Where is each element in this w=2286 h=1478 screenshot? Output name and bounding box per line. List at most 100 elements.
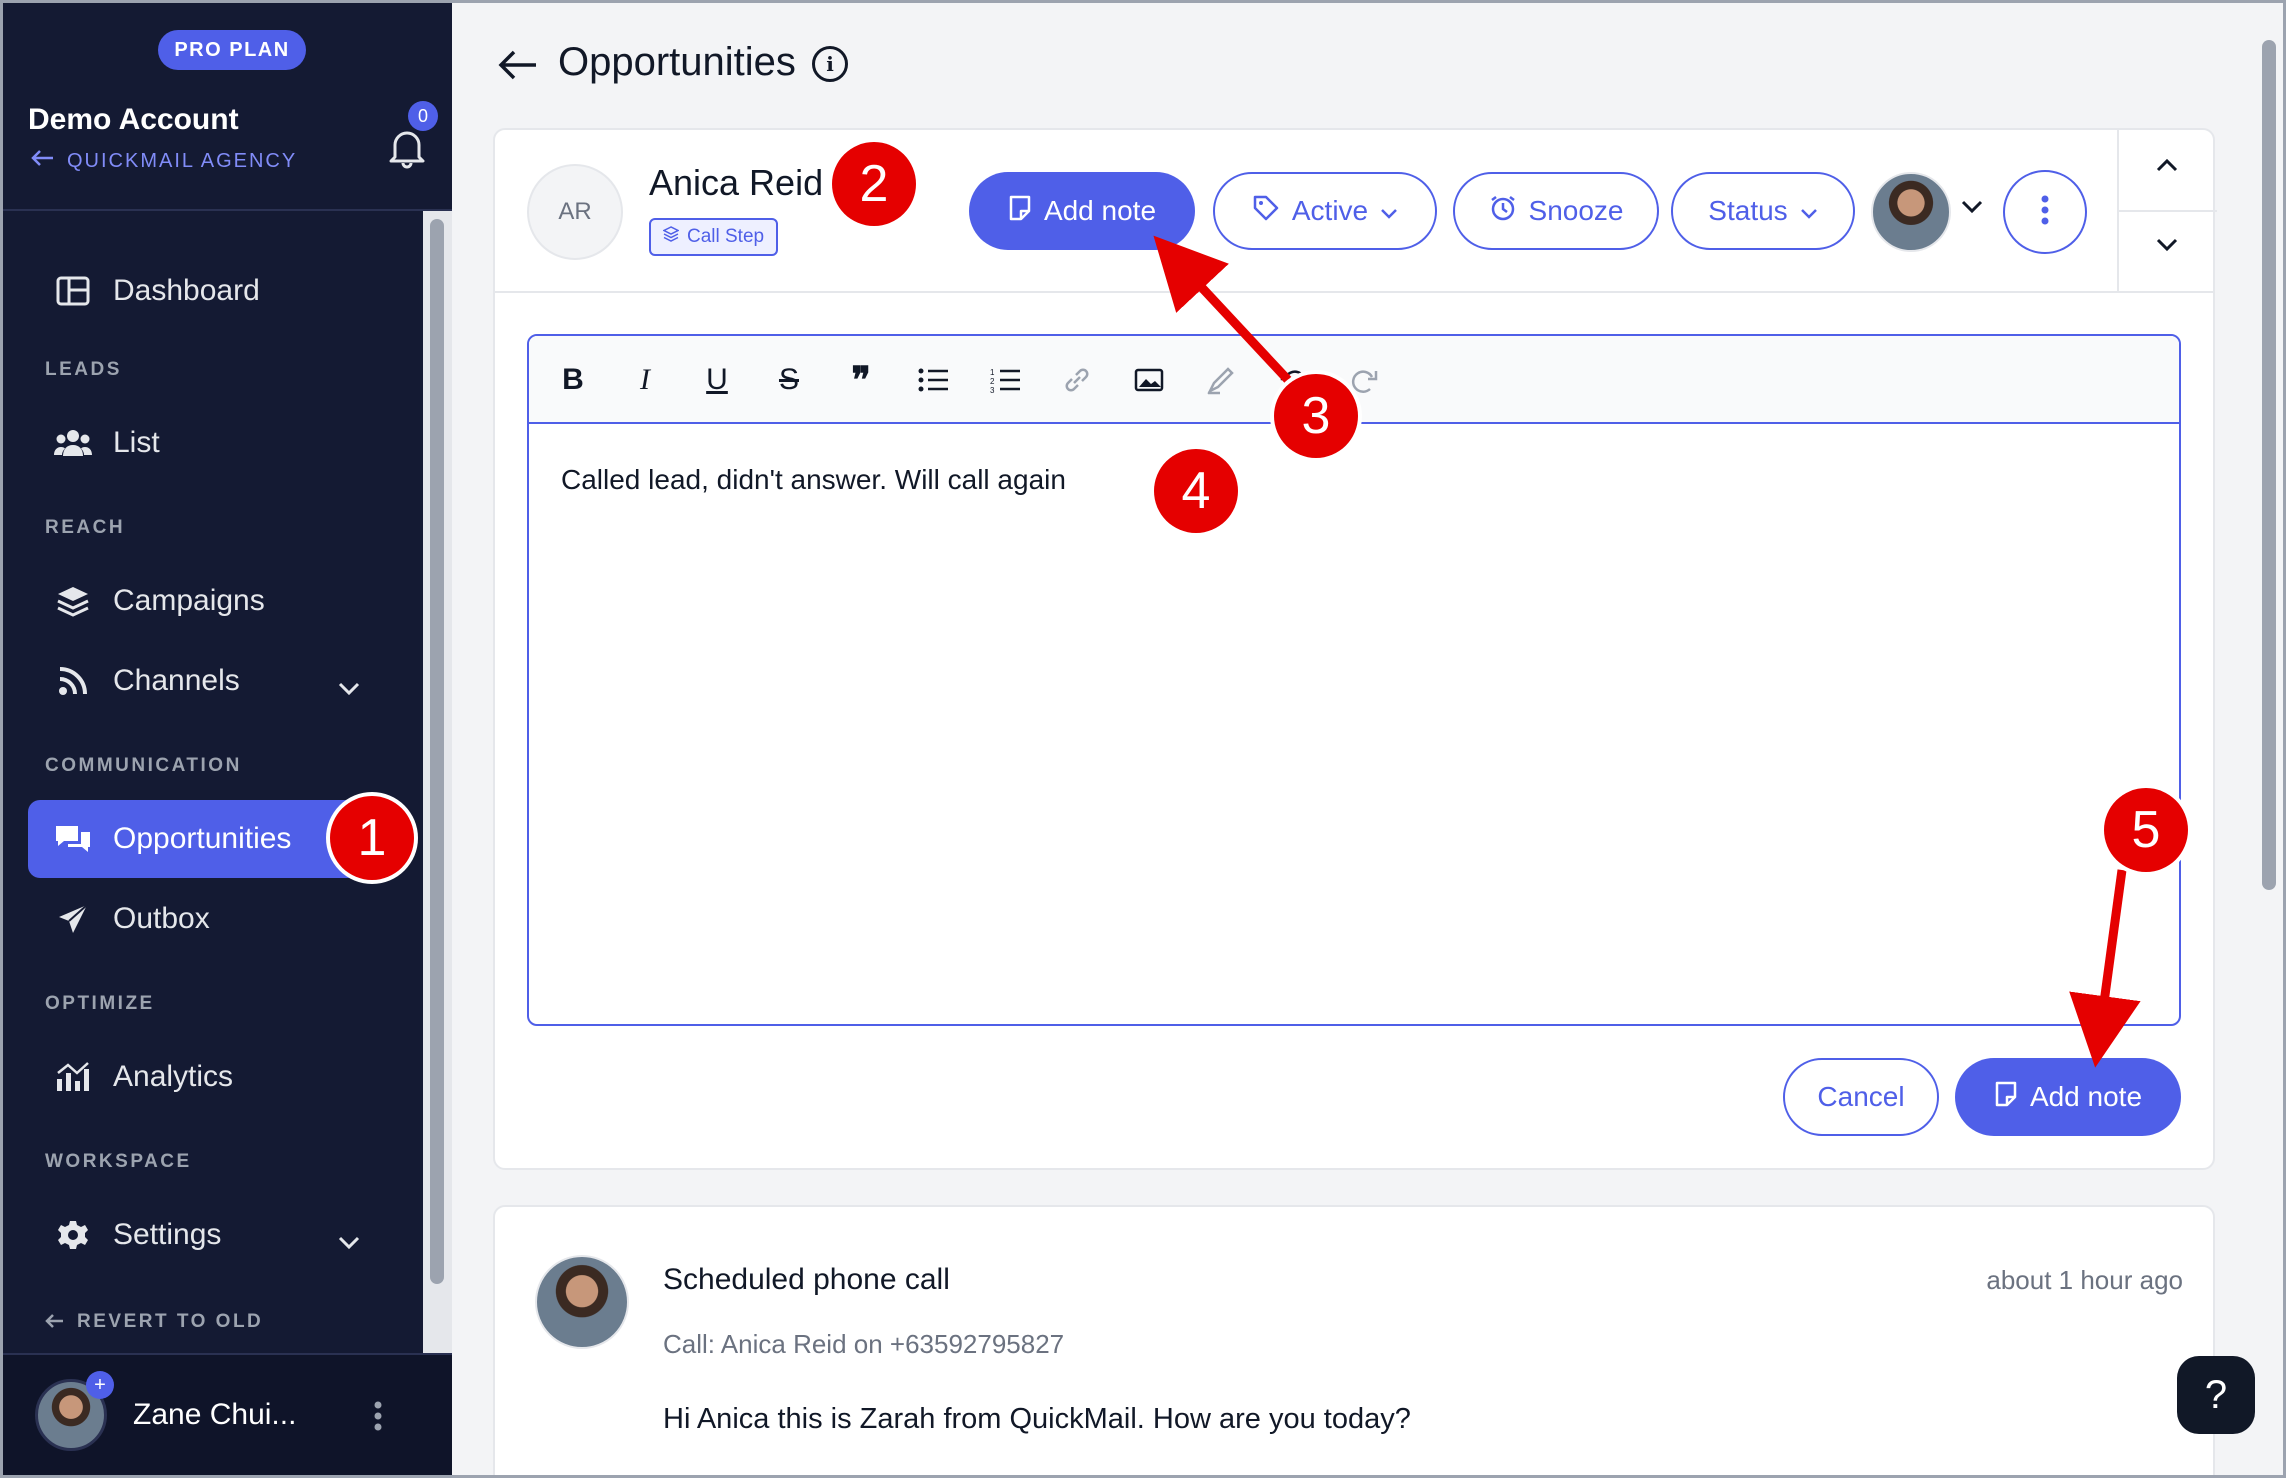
layers-icon [662, 226, 680, 248]
alarm-clock-icon [1489, 194, 1517, 229]
sidebar-item-label: Campaigns [113, 584, 265, 617]
chevron-up-icon[interactable] [2156, 158, 2178, 177]
chevron-down-icon[interactable] [2156, 238, 2178, 257]
cancel-label: Cancel [1817, 1081, 1905, 1112]
user-name[interactable]: Zane Chui... [133, 1398, 296, 1432]
main-scrollbar-thumb[interactable] [2262, 40, 2276, 890]
sidebar-item-list[interactable]: List [28, 404, 400, 482]
tag-icon [1252, 194, 1280, 229]
link-icon[interactable] [1055, 358, 1099, 402]
sidebar-item-label: Opportunities [113, 822, 292, 855]
sidebar: PRO PLAN Demo Account QUICKMAIL AGENCY 0… [3, 3, 452, 1475]
paper-plane-icon [53, 899, 93, 939]
owner-avatar[interactable] [1871, 172, 1951, 252]
section-leads: LEADS [45, 359, 122, 380]
note-editor[interactable]: B I U S ❞ 123 Called lead, didn't answer… [527, 334, 2181, 1026]
add-note-button[interactable]: Add note [969, 172, 1195, 250]
section-optimize: OPTIMIZE [45, 993, 155, 1014]
cancel-button[interactable]: Cancel [1783, 1058, 1939, 1136]
revert-interface-link[interactable]: REVERT TO OLD INTERFACE [45, 1309, 277, 1335]
add-account-badge[interactable]: + [86, 1371, 114, 1399]
help-button[interactable]: ? [2177, 1356, 2255, 1434]
chevron-down-icon[interactable] [1961, 200, 1983, 219]
revert-label: REVERT TO OLD INTERFACE [77, 1311, 264, 1332]
activity-subtitle: Call: Anica Reid on +63592795827 [663, 1329, 1065, 1359]
quote-icon[interactable]: ❞ [839, 358, 883, 402]
svg-text:3: 3 [990, 386, 995, 393]
section-reach: REACH [45, 517, 126, 538]
annotation-marker-1: 1 [330, 796, 414, 880]
sidebar-item-label: Settings [113, 1218, 222, 1251]
annotation-marker-2: 2 [832, 142, 916, 226]
numbered-list-icon[interactable]: 123 [983, 358, 1027, 402]
sidebar-item-label: List [113, 426, 160, 459]
activity-time: about 1 hour ago [1986, 1265, 2183, 1295]
bold-icon[interactable]: B [551, 358, 595, 402]
agency-switcher[interactable]: QUICKMAIL AGENCY [31, 149, 297, 173]
annotation-marker-3: 3 [1274, 374, 1358, 458]
account-name[interactable]: Demo Account [28, 103, 239, 137]
sidebar-item-channels[interactable]: Channels [28, 642, 400, 720]
sidebar-item-campaigns[interactable]: Campaigns [28, 562, 400, 640]
active-dropdown[interactable]: Active [1213, 172, 1437, 250]
agency-name: QUICKMAIL AGENCY [67, 149, 298, 172]
italic-icon[interactable]: I [623, 358, 667, 402]
sidebar-item-label: Analytics [113, 1060, 234, 1093]
rss-icon [53, 661, 93, 701]
sidebar-item-label: Channels [113, 664, 240, 697]
divider [2119, 210, 2217, 212]
section-workspace: WORKSPACE [45, 1151, 192, 1172]
record-navigation [2117, 130, 2217, 291]
clear-format-icon[interactable] [1199, 358, 1243, 402]
arrow-left-icon [31, 149, 55, 173]
tag-label: Call Step [687, 226, 765, 247]
underline-icon[interactable]: U [695, 358, 739, 402]
lead-name[interactable]: Anica Reid [649, 162, 823, 204]
annotation-marker-5: 5 [2104, 788, 2188, 872]
sidebar-item-label: Outbox [113, 902, 210, 935]
chevron-down-icon [338, 1224, 360, 1258]
arrow-left-icon [45, 1313, 65, 1335]
active-label: Active [1291, 195, 1369, 226]
add-note-label: Add note [2029, 1081, 2143, 1112]
back-arrow-icon[interactable] [498, 48, 538, 82]
sidebar-item-outbox[interactable]: Outbox [28, 880, 400, 958]
image-icon[interactable] [1127, 358, 1171, 402]
chat-icon [53, 819, 93, 859]
notification-badge: 0 [408, 101, 438, 131]
sidebar-item-analytics[interactable]: Analytics [28, 1038, 400, 1116]
call-step-tag: Call Step [649, 218, 779, 256]
kebab-menu-icon[interactable] [373, 1400, 383, 1437]
section-communication: COMMUNICATION [45, 755, 242, 776]
strikethrough-icon[interactable]: S [767, 358, 811, 402]
note-icon [1008, 195, 1032, 228]
submit-add-note-button[interactable]: Add note [1955, 1058, 2181, 1136]
sidebar-item-dashboard[interactable]: Dashboard [28, 252, 400, 330]
svg-text:1: 1 [990, 368, 995, 377]
snooze-label: Snooze [1528, 195, 1624, 226]
layers-icon [53, 581, 93, 621]
plan-badge[interactable]: PRO PLAN [158, 30, 306, 70]
snooze-button[interactable]: Snooze [1453, 172, 1659, 250]
lead-avatar: AR [527, 164, 623, 260]
more-options-button[interactable] [2003, 170, 2087, 254]
info-icon[interactable]: i [812, 46, 848, 82]
page-title: Opportunities [558, 40, 796, 84]
sidebar-item-settings[interactable]: Settings [28, 1196, 400, 1274]
status-label: Status [1708, 195, 1788, 226]
annotation-marker-4: 4 [1154, 449, 1238, 533]
divider [495, 291, 2215, 293]
bullet-list-icon[interactable] [911, 358, 955, 402]
add-note-label: Add note [1043, 195, 1157, 226]
activity-body: Hi Anica this is Zarah from QuickMail. H… [663, 1403, 1411, 1435]
avatar [535, 1255, 629, 1349]
chart-icon [53, 1057, 93, 1097]
chevron-down-icon [1800, 195, 1818, 227]
chevron-down-icon [338, 670, 360, 704]
dashboard-icon [53, 271, 93, 311]
status-dropdown[interactable]: Status [1671, 172, 1855, 250]
sidebar-scrollbar-thumb[interactable] [430, 219, 444, 1284]
sidebar-divider [3, 209, 452, 211]
note-text[interactable]: Called lead, didn't answer. Will call ag… [561, 464, 1066, 496]
users-icon [53, 423, 93, 463]
